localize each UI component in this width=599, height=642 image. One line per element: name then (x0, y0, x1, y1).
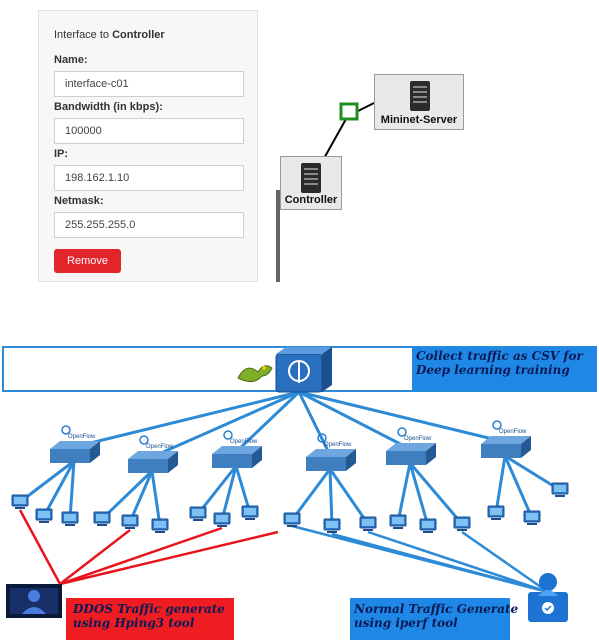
host-link (150, 470, 162, 527)
openflow-switch: OpenFlow (128, 435, 178, 473)
normal-caption-line2: using iperf tool (354, 616, 458, 630)
host-computer-icon (551, 482, 569, 497)
topology-editor: Interface to Controller Name: interface-… (0, 0, 599, 290)
collect-caption: Collect traffic as CSV for Deep learning… (416, 349, 583, 377)
host-layer (11, 482, 569, 533)
host-link (328, 468, 370, 525)
network-links (19, 390, 561, 594)
host-computer-icon (419, 518, 437, 533)
host-computer-icon (523, 510, 541, 525)
attack-links (18, 509, 279, 586)
controller-label: Controller (284, 194, 338, 206)
ddos-testbed-diagram: OpenFlow OpenFlow OpenFlow OpenFlow OpenFlow… (0, 330, 599, 642)
mininet-server-node[interactable]: Mininet-Server (374, 74, 464, 130)
openflow-label: OpenFlow (499, 429, 527, 435)
server-label: Mininet-Server (380, 114, 458, 126)
server-icon (410, 81, 430, 111)
host-computer-icon (389, 514, 407, 529)
host-link (290, 468, 332, 521)
host-computer-icon (323, 518, 341, 533)
openflow-switch: OpenFlow (50, 425, 100, 463)
attack-link (59, 526, 223, 586)
host-link (128, 470, 154, 523)
ddos-caption: DDOS Traffic generate using Hping3 tool (73, 602, 225, 630)
collect-caption-line2: Deep learning training (416, 363, 570, 377)
openflow-switch: OpenFlow (386, 427, 436, 465)
host-computer-icon (283, 512, 301, 527)
openflow-switch: OpenFlow (212, 430, 262, 468)
openflow-label: OpenFlow (146, 444, 174, 450)
host-link (396, 462, 412, 523)
openflow-label: OpenFlow (230, 439, 258, 445)
host-computer-icon (93, 511, 111, 526)
host-computer-icon (61, 511, 79, 526)
host-link (328, 468, 334, 527)
server-icon (301, 163, 321, 193)
interface-handle[interactable] (339, 102, 359, 121)
ddos-caption-line1: DDOS Traffic generate (73, 602, 225, 616)
collect-caption-line1: Collect traffic as CSV for (416, 349, 583, 363)
switch-layer: OpenFlow OpenFlow OpenFlow OpenFlow OpenFlow… (50, 420, 531, 473)
normal-user-icon (528, 573, 568, 622)
uplink (73, 390, 300, 449)
host-computer-icon (359, 516, 377, 531)
attacker-icon (6, 584, 62, 618)
normal-caption: Normal Traffic Generate using iperf tool (354, 602, 518, 630)
controller-node[interactable]: Controller (280, 156, 342, 210)
host-computer-icon (35, 508, 53, 523)
host-computer-icon (487, 505, 505, 520)
host-computer-icon (213, 512, 231, 527)
openflow-label: OpenFlow (404, 436, 432, 442)
server-link[interactable] (355, 102, 375, 113)
host-computer-icon (189, 506, 207, 521)
host-computer-icon (453, 516, 471, 531)
host-computer-icon (11, 494, 29, 509)
uplink (298, 390, 411, 451)
normal-caption-line1: Normal Traffic Generate (354, 602, 519, 616)
openflow-label: OpenFlow (68, 434, 96, 440)
normal-link (367, 530, 549, 594)
ddos-caption-line2: using Hping3 tool (73, 616, 195, 630)
host-link (494, 455, 507, 514)
uplink (298, 390, 506, 444)
openflow-label: OpenFlow (324, 442, 352, 448)
openflow-switch: OpenFlow (306, 433, 356, 471)
normal-link (331, 532, 549, 594)
topology-links (321, 102, 375, 163)
normal-link (461, 530, 549, 594)
openflow-switch: OpenFlow (481, 420, 531, 458)
host-computer-icon (121, 514, 139, 529)
host-computer-icon (241, 505, 259, 520)
controller-switch (275, 347, 332, 393)
host-computer-icon (151, 518, 169, 533)
